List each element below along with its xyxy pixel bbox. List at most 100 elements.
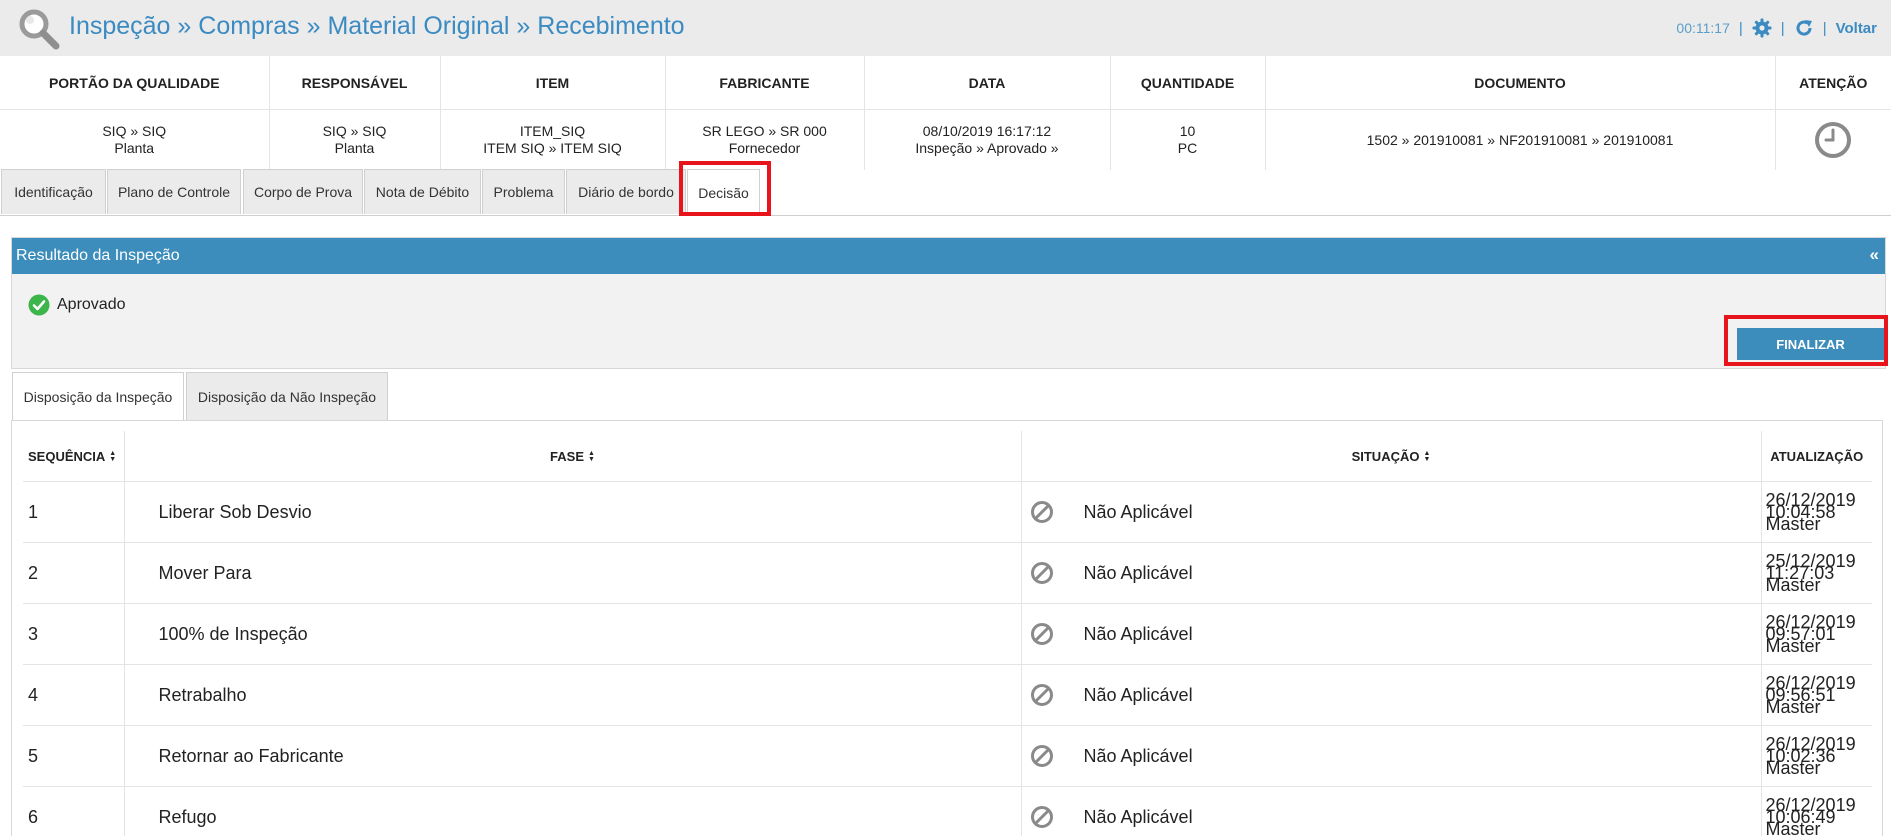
tab-disposicao-inspecao[interactable]: Disposição da Inspeção	[12, 372, 184, 421]
not-applicable-icon	[1030, 745, 1053, 767]
sort-icon: ▲ ▼	[109, 450, 117, 464]
result-panel: Resultado da Inspeção « Aprovado FINALIZ…	[11, 237, 1886, 369]
row-sequence: 6	[23, 786, 125, 836]
column-situacao[interactable]: SITUAÇÃO ▲ ▼	[1021, 431, 1762, 482]
table-row[interactable]: 4 Retrabalho Não Aplicável 26/12/2019 09:56:…	[23, 664, 1872, 726]
row-updated: 25/12/2019 11:27:03 Master	[1761, 542, 1872, 604]
session-timer: 00:11:17	[1676, 20, 1730, 36]
inspection-info-table: PORTÃO DA QUALIDADE RESPONSÁVEL ITEM FAB…	[0, 56, 1891, 170]
manufacturer-cell: SR LEGO » SR 000 Fornecedor	[665, 109, 865, 170]
row-status: Não Aplicável	[1021, 603, 1762, 665]
row-status: Não Aplicável	[1021, 725, 1762, 787]
responsible-cell: SIQ » SIQ Planta	[269, 109, 441, 170]
row-phase: Refugo	[124, 786, 1022, 836]
sort-icon: ▲ ▼	[1423, 450, 1431, 464]
row-updated-user: Master	[1765, 514, 1821, 534]
column-sequencia[interactable]: SEQUÊNCIA ▲ ▼	[23, 431, 125, 482]
header-toolbar: 00:11:17 | | | Voltar	[1676, 18, 1877, 38]
row-status-text: Não Aplicável	[1083, 562, 1193, 583]
row-sequence: 1	[23, 481, 125, 543]
row-sequence: 5	[23, 725, 125, 787]
row-phase: Retornar ao Fabricante	[124, 725, 1022, 787]
search-icon	[19, 9, 60, 50]
collapse-icon[interactable]: «	[1870, 245, 1879, 265]
row-status-text: Não Aplicável	[1083, 745, 1193, 766]
back-link[interactable]: Voltar	[1836, 20, 1877, 37]
clock-icon[interactable]	[1814, 121, 1852, 159]
row-updated: 26/12/2019 09:57:01 Master	[1761, 603, 1872, 665]
disposition-table-container: SEQUÊNCIA ▲ ▼ FASE ▲ ▼ SITUAÇÃO ▲ ▼ ATUALIZAÇÃ…	[11, 420, 1883, 836]
settings-button[interactable]	[1752, 18, 1772, 38]
row-status: Não Aplicável	[1021, 542, 1762, 604]
refresh-button[interactable]	[1794, 18, 1814, 38]
tab-disposicao-nao-inspecao[interactable]: Disposição da Não Inspeção	[186, 372, 388, 420]
row-status-text: Não Aplicável	[1083, 806, 1193, 827]
tab-problema[interactable]: Problema	[482, 169, 565, 214]
sort-icon: ▲ ▼	[588, 450, 595, 464]
document-cell: 1502 » 201910081 » NF201910081 » 2019100…	[1265, 109, 1776, 170]
row-updated-user: Master	[1765, 636, 1821, 656]
panel-title: Resultado da Inspeção	[16, 247, 180, 264]
row-updated-user: Master	[1765, 575, 1821, 595]
row-updated: 26/12/2019 09:56:51 Master	[1761, 664, 1872, 726]
check-circle-icon	[28, 294, 50, 316]
row-sequence: 4	[23, 664, 125, 726]
tab-decisao[interactable]: Decisão	[687, 169, 760, 216]
tab-nota-de-debito[interactable]: Nota de Débito	[364, 169, 481, 214]
row-updated: 26/12/2019 10:06:49 Master	[1761, 786, 1872, 836]
gear-icon	[1752, 18, 1772, 38]
not-applicable-icon	[1030, 806, 1053, 828]
row-status: Não Aplicável	[1021, 664, 1762, 726]
row-phase: Mover Para	[124, 542, 1022, 604]
refresh-icon	[1796, 20, 1812, 36]
quantity-cell: 10 PC	[1110, 109, 1266, 170]
row-sequence: 2	[23, 542, 125, 604]
tab-diario-de-bordo[interactable]: Diário de bordo	[566, 169, 686, 214]
row-status-text: Não Aplicável	[1083, 623, 1193, 644]
tab-corpo-de-prova[interactable]: Corpo de Prova	[243, 169, 363, 214]
header-document: DOCUMENTO	[1265, 56, 1776, 110]
table-row[interactable]: 5 Retornar ao Fabricante Não Aplicável 26/1…	[23, 725, 1872, 787]
header-quality-gate: PORTÃO DA QUALIDADE	[0, 56, 270, 110]
column-fase[interactable]: FASE ▲ ▼	[124, 431, 1022, 482]
row-phase: Liberar Sob Desvio	[124, 481, 1022, 543]
item-cell: ITEM_SIQ ITEM SIQ » ITEM SIQ	[440, 109, 666, 170]
row-sequence: 3	[23, 603, 125, 665]
header-attention: ATENÇÃO	[1775, 56, 1891, 110]
table-row[interactable]: 3 100% de Inspeção Não Aplicável 26/12/2019…	[23, 603, 1872, 665]
not-applicable-icon	[1030, 684, 1053, 706]
row-updated: 26/12/2019 10:04:58 Master	[1761, 481, 1872, 543]
panel-header: Resultado da Inspeção «	[12, 238, 1885, 274]
row-phase: Retrabalho	[124, 664, 1022, 726]
row-updated-user: Master	[1765, 819, 1821, 836]
table-row[interactable]: 2 Mover Para Não Aplicável 25/12/2019 11:27:…	[23, 542, 1872, 604]
status-text: Aprovado	[57, 296, 126, 313]
separator: |	[1822, 19, 1827, 37]
row-status-text: Não Aplicável	[1083, 501, 1193, 522]
tab-plano-de-controle[interactable]: Plano de Controle	[107, 169, 241, 214]
table-row[interactable]: 1 Liberar Sob Desvio Não Aplicável 26/12/20…	[23, 481, 1872, 543]
not-applicable-icon	[1030, 623, 1053, 645]
header-responsible: RESPONSÁVEL	[269, 56, 441, 110]
separator: |	[1738, 19, 1743, 37]
tab-identificacao[interactable]: Identificação	[1, 169, 106, 214]
status-badge: Aprovado	[28, 294, 126, 316]
header-date: DATA	[864, 56, 1111, 110]
table-row[interactable]: 6 Refugo Não Aplicável 26/12/2019 10:06:49 M…	[23, 786, 1872, 836]
not-applicable-icon	[1030, 562, 1053, 584]
not-applicable-icon	[1030, 501, 1053, 523]
finalize-button[interactable]: FINALIZAR	[1737, 328, 1884, 360]
row-status: Não Aplicável	[1021, 481, 1762, 543]
page-breadcrumb: Inspeção » Compras » Material Original »…	[69, 12, 685, 40]
row-updated: 26/12/2019 10:02:36 Master	[1761, 725, 1872, 787]
main-tabs: Identificação Plano de Controle Corpo de…	[0, 166, 1891, 216]
separator: |	[1780, 19, 1785, 37]
row-updated-user: Master	[1765, 758, 1821, 778]
header-manufacturer: FABRICANTE	[665, 56, 865, 110]
column-atualizacao: ATUALIZAÇÃO	[1761, 431, 1872, 482]
quality-gate-cell: SIQ » SIQ Planta	[0, 109, 270, 170]
header-quantity: QUANTIDADE	[1110, 56, 1266, 110]
row-status: Não Aplicável	[1021, 786, 1762, 836]
header-item: ITEM	[440, 56, 666, 110]
attention-cell	[1775, 110, 1891, 171]
